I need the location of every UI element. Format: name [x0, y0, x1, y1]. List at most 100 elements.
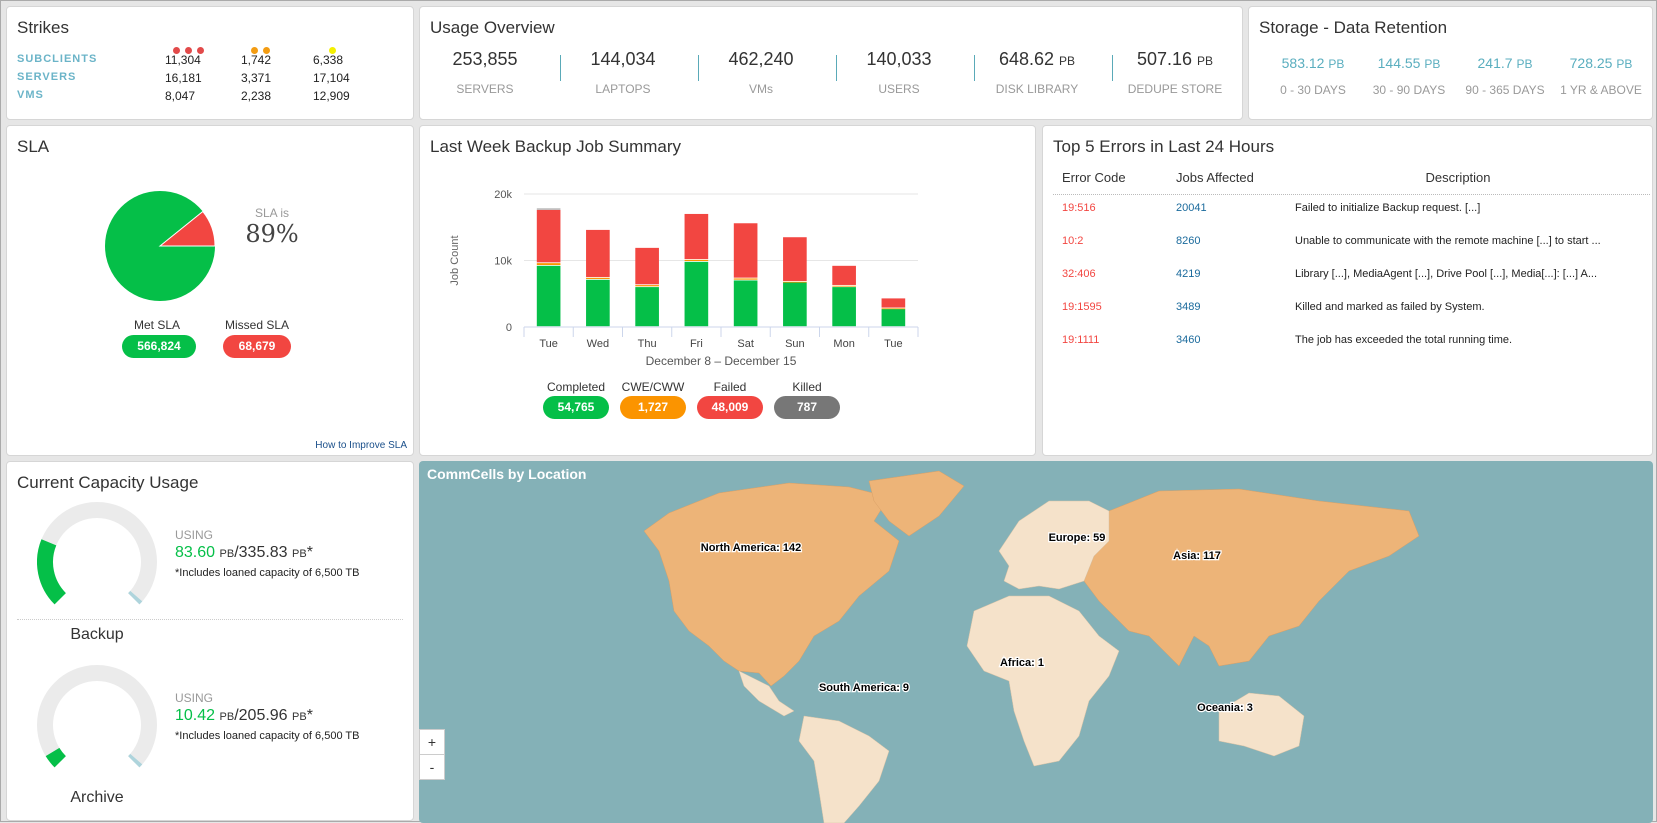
gauge-used-fill	[45, 747, 67, 768]
used-unit: PB	[219, 711, 235, 723]
strike-count: 3,371	[241, 71, 272, 85]
legend-total-badge[interactable]: 787	[774, 396, 840, 419]
asia-region[interactable]	[1083, 488, 1420, 667]
gauge-track	[37, 665, 157, 768]
bar-killed[interactable]	[536, 208, 561, 210]
bar-completed[interactable]	[536, 265, 561, 327]
error-code-header: Error Code	[1062, 170, 1126, 185]
bar-cwe-cww[interactable]	[586, 277, 610, 279]
world-map[interactable]: North America: 142 Europe: 59 Asia: 117 Afr…	[419, 461, 1653, 823]
error-row[interactable]: 19:1595 3489 Killed and marked as failed b…	[1043, 301, 1654, 317]
bar-completed[interactable]	[881, 309, 906, 327]
south-america-region[interactable]	[798, 715, 890, 823]
africa-region[interactable]	[966, 595, 1120, 767]
retention-value: 241.7	[1477, 55, 1513, 71]
bar-failed[interactable]	[536, 209, 561, 263]
header-divider	[1053, 194, 1650, 195]
bar-failed[interactable]	[733, 223, 758, 278]
total-value: 205.96	[238, 707, 288, 724]
error-code[interactable]: 10:2	[1062, 235, 1083, 247]
error-code[interactable]: 32:406	[1062, 268, 1096, 280]
y-axis-title: Job Count	[449, 235, 461, 285]
error-row[interactable]: 32:406 4219 Library [...], MediaAgent [...…	[1043, 268, 1654, 284]
bar-completed[interactable]	[832, 287, 856, 327]
error-code[interactable]: 19:1111	[1062, 334, 1099, 346]
using-label: USING	[175, 528, 214, 542]
error-row[interactable]: 19:516 20041 Failed to initialize Backup r…	[1043, 202, 1654, 218]
bar-cwe-cww[interactable]	[536, 263, 561, 266]
legend-label: Completed	[546, 380, 606, 394]
usage-value: 253,855	[452, 49, 518, 69]
commcells-map-panel: North America: 142 Europe: 59 Asia: 117 Afr…	[419, 461, 1653, 823]
error-description: Library [...], MediaAgent [...], Drive P…	[1295, 268, 1598, 280]
retention-label: 0 - 30 DAYS	[1280, 83, 1346, 97]
zoom-out-button[interactable]: -	[419, 754, 445, 780]
strike-count: 6,338	[313, 53, 344, 67]
sla-pie-chart	[105, 191, 216, 301]
jobs-affected[interactable]: 8260	[1176, 235, 1200, 247]
bar-cwe-cww[interactable]	[684, 259, 709, 262]
how-to-improve-sla-link[interactable]: How to Improve SLA	[315, 440, 407, 451]
legend-total-badge[interactable]: 54,765	[543, 396, 609, 419]
strike-row-label: VMS	[17, 89, 44, 101]
jobs-affected[interactable]: 3489	[1176, 301, 1200, 313]
capacity-divider	[17, 619, 403, 620]
error-code[interactable]: 19:1595	[1062, 301, 1102, 313]
bar-cwe-cww[interactable]	[783, 281, 807, 283]
zoom-in-button[interactable]: +	[419, 729, 445, 755]
usage-separator	[974, 55, 975, 81]
total-unit: PB	[292, 548, 307, 560]
region-count-label: Africa: 1	[1000, 657, 1044, 669]
bar-completed[interactable]	[733, 280, 758, 327]
bar-completed[interactable]	[684, 261, 709, 327]
usage-unit: PB	[1059, 54, 1076, 68]
retention-stat: 241.7 PB 90 - 365 DAYS	[1455, 55, 1555, 97]
capacity-note: *Includes loaned capacity of 6,500 TB	[175, 567, 360, 579]
bar-cwe-cww[interactable]	[832, 285, 856, 287]
bar-failed[interactable]	[881, 298, 906, 308]
usage-stat: 507.16 PB DEDUPE STORE	[1110, 49, 1240, 96]
bar-failed[interactable]	[832, 265, 856, 285]
bar-completed[interactable]	[635, 287, 659, 327]
usage-label: SERVERS	[456, 82, 514, 96]
error-row[interactable]: 19:1111 3460 The job has exceeded the tota…	[1043, 334, 1654, 350]
usage-label: VMs	[749, 82, 773, 96]
using-label: USING	[175, 691, 214, 705]
jobs-affected[interactable]: 4219	[1176, 268, 1200, 280]
bar-cwe-cww[interactable]	[635, 285, 659, 287]
y-tick-label: 10k	[494, 256, 512, 268]
greenland-region[interactable]	[868, 470, 965, 537]
bar-failed[interactable]	[783, 237, 807, 281]
x-tick-label: Fri	[690, 338, 703, 350]
jobs-affected[interactable]: 3460	[1176, 334, 1200, 346]
jobs-affected[interactable]: 20041	[1176, 202, 1207, 214]
error-code[interactable]: 19:516	[1062, 202, 1096, 214]
capacity-note: *Includes loaned capacity of 6,500 TB	[175, 730, 360, 742]
error-description: The job has exceeded the total running t…	[1295, 334, 1513, 346]
backup-job-chart: 0 10k 20k Tue Wed Thu Fri Sat Sun Mon Tue December …	[449, 189, 919, 368]
strike-count: 12,909	[313, 89, 350, 103]
bar-completed[interactable]	[586, 279, 610, 327]
usage-separator	[1112, 55, 1113, 81]
usage-unit: PB	[1197, 54, 1214, 68]
used-unit: PB	[219, 548, 235, 560]
bar-failed[interactable]	[635, 247, 659, 285]
usage-value: 507.16	[1136, 49, 1193, 69]
met-sla-badge: 566,824	[122, 335, 196, 358]
bar-completed[interactable]	[783, 282, 807, 327]
bar-cwe-cww[interactable]	[733, 278, 758, 280]
legend-total-badge[interactable]: 48,009	[697, 396, 763, 419]
strikes-title: Strikes	[17, 18, 69, 37]
x-tick-label: Mon	[833, 338, 854, 350]
north-america-region[interactable]	[643, 482, 900, 687]
error-row[interactable]: 10:2 8260 Unable to communicate with the r…	[1043, 235, 1654, 251]
legend-total-badge[interactable]: 1,727	[620, 396, 686, 419]
bar-failed[interactable]	[586, 229, 610, 277]
bar-cwe-cww[interactable]	[881, 308, 906, 310]
jobs-title: Last Week Backup Job Summary	[430, 137, 682, 156]
storage-title: Storage - Data Retention	[1259, 18, 1448, 37]
x-tick-label: Wed	[587, 338, 609, 350]
retention-label: 30 - 90 DAYS	[1372, 83, 1446, 97]
usage-label: DISK LIBRARY	[995, 82, 1079, 96]
bar-failed[interactable]	[684, 213, 709, 260]
